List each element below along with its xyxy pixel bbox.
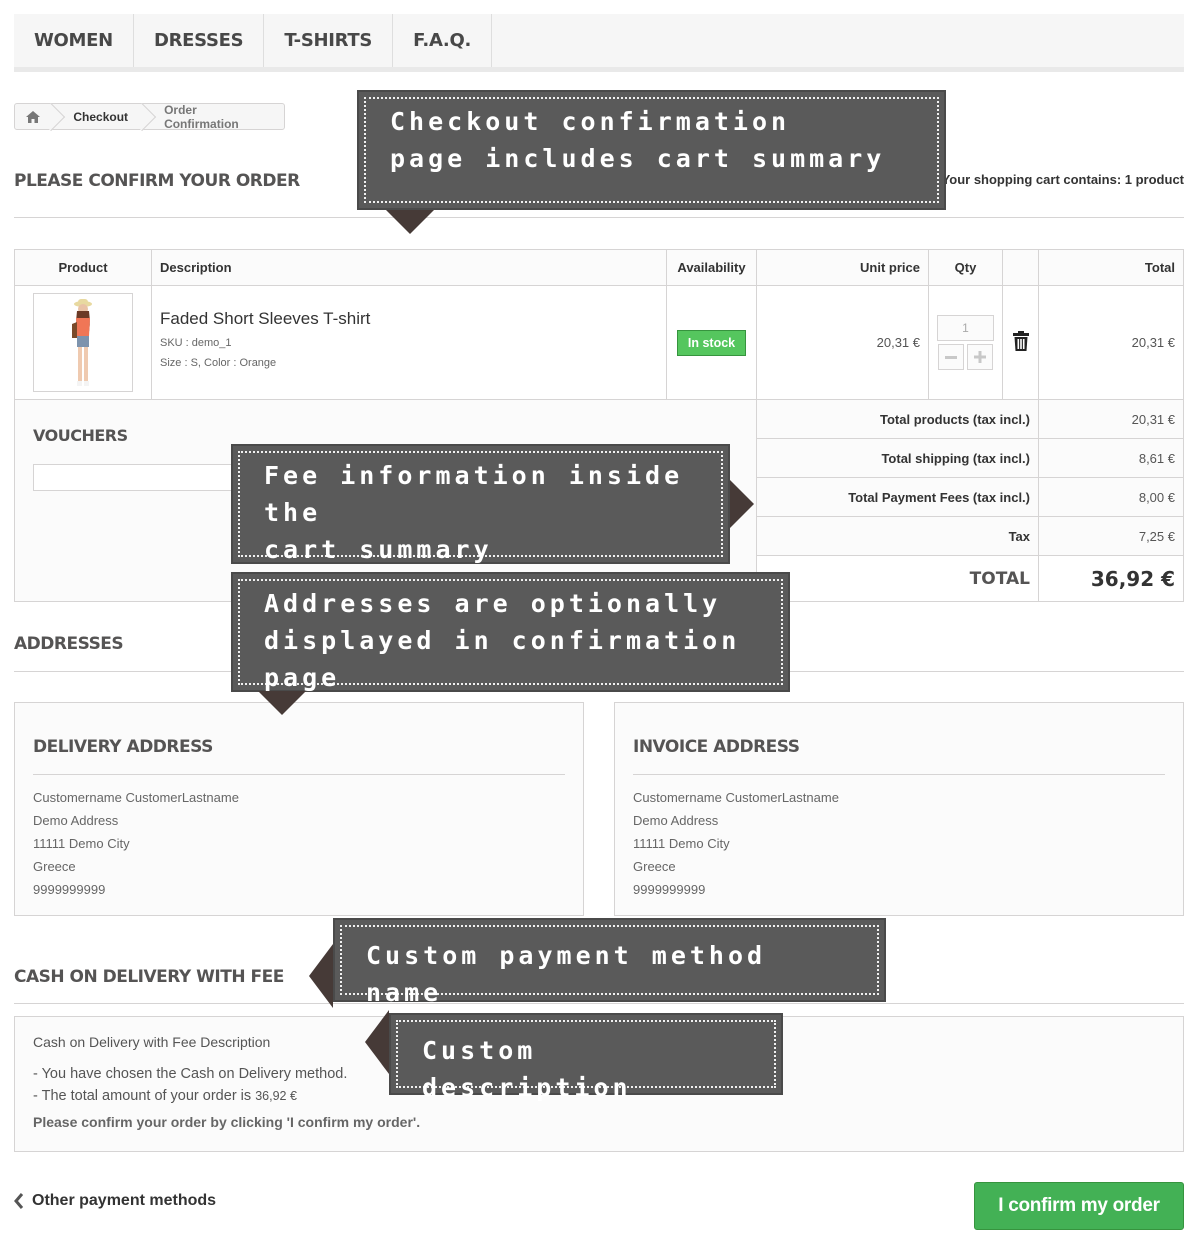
callout-text: displayed in confirmation page bbox=[264, 626, 741, 692]
summary-label: Tax bbox=[756, 516, 1039, 556]
callout-arrow-icon bbox=[730, 480, 754, 528]
callout-addresses: Addresses are optionally displayed in co… bbox=[231, 572, 790, 692]
unit-price: 20,31 € bbox=[756, 285, 929, 400]
callout-arrow-icon bbox=[258, 691, 306, 715]
total-value: 36,92 € bbox=[1038, 555, 1184, 602]
product-thumbnail[interactable] bbox=[33, 293, 133, 392]
qty-decrease-button[interactable] bbox=[938, 344, 964, 370]
minus-icon bbox=[945, 356, 957, 359]
summary-label: Total Payment Fees (tax incl.) bbox=[756, 477, 1039, 517]
product-sku: SKU : demo_1 bbox=[160, 336, 232, 349]
summary-value: 8,61 € bbox=[1038, 438, 1184, 478]
availability-cell: In stock bbox=[666, 285, 757, 400]
quantity-input[interactable] bbox=[937, 315, 994, 341]
payment-total-amount: 36,92 € bbox=[255, 1089, 297, 1103]
invoice-address-title: INVOICE ADDRESS bbox=[633, 737, 1165, 775]
summary-label: Total products (tax incl.) bbox=[756, 399, 1039, 439]
delivery-address-box: DELIVERY ADDRESS Customername CustomerLa… bbox=[14, 702, 584, 916]
product-attributes: Size : S, Color : Orange bbox=[160, 356, 277, 369]
summary-value: 20,31 € bbox=[1038, 399, 1184, 439]
menu-item-women[interactable]: WOMEN bbox=[14, 14, 134, 67]
breadcrumb-home[interactable] bbox=[15, 104, 51, 129]
callout-text: Checkout confirmation bbox=[390, 107, 791, 136]
confirm-order-button[interactable]: I confirm my order bbox=[974, 1182, 1184, 1230]
callout-text: Custom payment method name bbox=[366, 941, 767, 1007]
qty-increase-button[interactable] bbox=[967, 344, 993, 370]
payment-total-text: - The total amount of your order is bbox=[33, 1088, 256, 1104]
delivery-address-title: DELIVERY ADDRESS bbox=[33, 737, 565, 775]
callout-arrow-icon bbox=[386, 210, 434, 234]
address-line: Customername CustomerLastname bbox=[633, 790, 839, 805]
col-total: Total bbox=[1038, 249, 1184, 286]
callout-payment-name: Custom payment method name bbox=[333, 918, 886, 1007]
product-image-cell bbox=[14, 285, 152, 400]
breadcrumb: Checkout Order Confirmation bbox=[14, 102, 285, 131]
address-line: Demo Address bbox=[33, 813, 119, 828]
payment-confirm-note: Please confirm your order by clicking 'I… bbox=[33, 1114, 421, 1130]
col-qty: Qty bbox=[928, 249, 1003, 286]
callout-arrow-icon bbox=[365, 1010, 389, 1074]
plus-icon bbox=[974, 351, 986, 363]
invoice-address-box: INVOICE ADDRESS Customername CustomerLas… bbox=[614, 702, 1184, 916]
callout-text: cart summary bbox=[264, 535, 493, 564]
callout-cart-summary: Checkout confirmation page includes cart… bbox=[357, 90, 946, 210]
address-line: 11111 Demo City bbox=[33, 836, 130, 851]
address-line: 9999999999 bbox=[33, 882, 106, 897]
qty-cell bbox=[928, 285, 1003, 400]
other-payment-methods-link[interactable]: Other payment methods bbox=[14, 1192, 216, 1210]
chevron-left-icon bbox=[14, 1193, 24, 1209]
top-menu: WOMEN DRESSES T-SHIRTS F.A.Q. bbox=[14, 14, 1184, 72]
table-header-row: Product Description Availability Unit pr… bbox=[14, 249, 1184, 286]
quantity-stepper bbox=[929, 344, 1002, 370]
cart-count: Your shopping cart contains: 1 product bbox=[941, 172, 1184, 187]
callout-fee-info: Fee information inside the cart summary bbox=[231, 444, 730, 564]
address-line: Greece bbox=[633, 859, 676, 874]
summary-label: Total shipping (tax incl.) bbox=[756, 438, 1039, 478]
menu-item-tshirts[interactable]: T-SHIRTS bbox=[264, 14, 394, 67]
table-row: Faded Short Sleeves T-shirt SKU : demo_1… bbox=[14, 285, 1184, 400]
product-image bbox=[72, 298, 92, 386]
menu-item-faq[interactable]: F.A.Q. bbox=[393, 14, 492, 67]
address-line: 11111 Demo City bbox=[633, 836, 730, 851]
summary-row-products: VOUCHERS Total products (tax incl.) 20,3… bbox=[14, 399, 1184, 602]
delete-cell bbox=[1002, 285, 1039, 400]
col-unit-price: Unit price bbox=[756, 249, 929, 286]
col-description: Description bbox=[151, 249, 667, 286]
col-delete bbox=[1002, 249, 1039, 286]
total-label: TOTAL bbox=[756, 555, 1039, 602]
menu-item-dresses[interactable]: DRESSES bbox=[134, 14, 265, 67]
callout-text: Addresses are optionally bbox=[264, 589, 722, 618]
vouchers-title: VOUCHERS bbox=[33, 426, 128, 445]
addresses-title: ADDRESSES bbox=[14, 634, 124, 654]
callout-text: Fee information inside the bbox=[264, 461, 684, 527]
summary-value: 7,25 € bbox=[1038, 516, 1184, 556]
callout-description: Custom description bbox=[389, 1013, 783, 1102]
other-payment-methods-label: Other payment methods bbox=[32, 1192, 217, 1209]
payment-method-title: CASH ON DELIVERY WITH FEE bbox=[14, 967, 284, 987]
in-stock-badge: In stock bbox=[676, 329, 747, 356]
line-total: 20,31 € bbox=[1038, 285, 1184, 400]
summary-value: 8,00 € bbox=[1038, 477, 1184, 517]
address-line: Greece bbox=[33, 859, 76, 874]
address-line: Customername CustomerLastname bbox=[33, 790, 239, 805]
address-line: Demo Address bbox=[633, 813, 719, 828]
address-line: 9999999999 bbox=[633, 882, 706, 897]
page-title: PLEASE CONFIRM YOUR ORDER bbox=[14, 171, 300, 191]
col-product: Product bbox=[14, 249, 152, 286]
breadcrumb-current: Order Confirmation bbox=[164, 102, 239, 131]
callout-text: Custom description bbox=[422, 1036, 632, 1102]
product-description-cell: Faded Short Sleeves T-shirt SKU : demo_1… bbox=[151, 285, 667, 400]
callout-text: page includes cart summary bbox=[390, 144, 886, 173]
product-name[interactable]: Faded Short Sleeves T-shirt bbox=[160, 309, 666, 329]
divider bbox=[14, 217, 1184, 218]
trash-icon[interactable] bbox=[1012, 331, 1029, 351]
col-availability: Availability bbox=[666, 249, 757, 286]
home-icon bbox=[26, 110, 41, 123]
callout-arrow-icon bbox=[309, 944, 333, 1008]
